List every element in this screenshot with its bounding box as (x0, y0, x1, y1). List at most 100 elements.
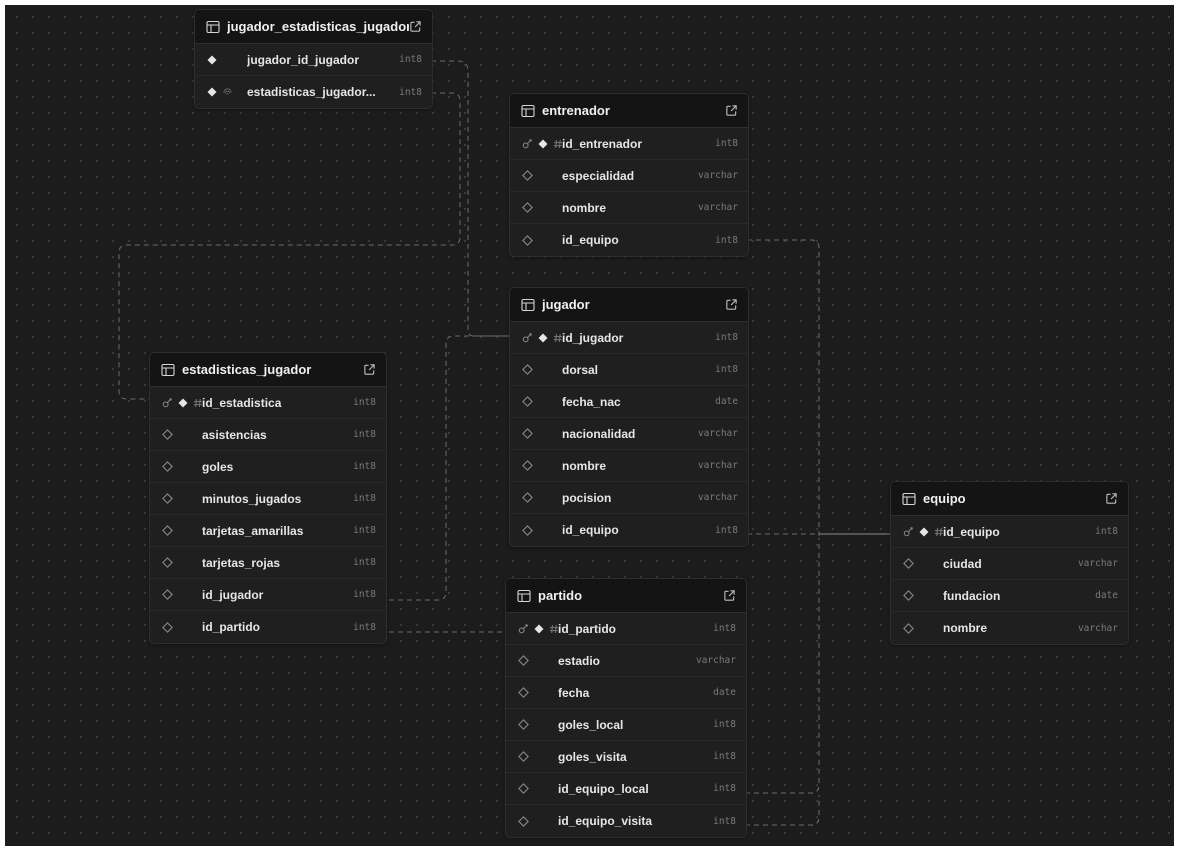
column-type: int8 (353, 461, 376, 472)
table-icon (521, 104, 535, 117)
column-row[interactable]: id_equipo_visita int8 (506, 805, 746, 837)
diamond-outline-icon (903, 590, 914, 601)
table-header[interactable]: jugador (510, 288, 748, 322)
column-name: goles_visita (558, 749, 627, 764)
column-icons (522, 138, 562, 149)
column-row[interactable]: nacionalidad varchar (510, 418, 748, 450)
diamond-filled-icon (538, 139, 548, 149)
column-row[interactable]: ciudad varchar (891, 548, 1128, 580)
column-icons (522, 524, 562, 536)
table-card-equipo[interactable]: equipo id_equipo int8 ciudad varchar fundacio… (890, 481, 1129, 645)
column-row[interactable]: especialidad varchar (510, 160, 748, 192)
table-icon (206, 20, 220, 33)
table-card-jugador-estadisticas-jugadores[interactable]: jugador_estadisticas_jugadores jugador_id… (194, 9, 433, 109)
column-row[interactable]: nombre varchar (891, 612, 1128, 644)
diamond-filled-icon (178, 398, 188, 408)
column-type: int8 (713, 783, 736, 794)
column-icons (518, 815, 558, 827)
column-icons (518, 751, 558, 762)
column-row[interactable]: id_equipo int8 (891, 516, 1128, 548)
column-type: date (715, 396, 738, 407)
column-row[interactable]: goles int8 (150, 451, 386, 483)
relation-jugador-id (431, 60, 511, 337)
column-row[interactable]: fundacion date (891, 580, 1128, 612)
relation-stats-jugador (389, 335, 511, 601)
column-icons (518, 719, 558, 730)
column-row[interactable]: id_equipo_local int8 (506, 773, 746, 805)
column-row[interactable]: estadio varchar (506, 645, 746, 677)
column-row[interactable]: id_jugador int8 (510, 322, 748, 354)
open-table-icon[interactable] (363, 363, 376, 376)
column-row[interactable]: dorsal int8 (510, 354, 748, 386)
relation-partido-local (745, 538, 820, 794)
column-type: date (1095, 590, 1118, 601)
column-name: id_equipo (943, 524, 1000, 539)
column-row[interactable]: nombre varchar (510, 192, 748, 224)
column-row[interactable]: id_partido int8 (506, 613, 746, 645)
column-name: especialidad (562, 168, 635, 183)
column-name: id_estadistica (202, 395, 282, 410)
column-row[interactable]: jugador_id_jugador int8 (195, 44, 432, 76)
diamond-outline-icon (518, 719, 529, 730)
column-row[interactable]: asistencias int8 (150, 419, 386, 451)
column-row[interactable]: tarjetas_rojas int8 (150, 547, 386, 579)
diamond-outline-icon (518, 815, 529, 827)
column-row[interactable]: id_estadistica int8 (150, 387, 386, 419)
column-row[interactable]: estadisticas_jugador... int8 (195, 76, 432, 108)
column-icons (207, 87, 247, 98)
table-header[interactable]: entrenador (510, 94, 748, 128)
column-icons (162, 429, 202, 440)
diamond-outline-icon (162, 621, 173, 633)
column-name: goles_local (558, 717, 624, 732)
open-table-icon[interactable] (725, 104, 738, 117)
column-row[interactable]: goles_local int8 (506, 709, 746, 741)
diamond-outline-icon (522, 364, 533, 375)
table-card-estadisticas-jugador[interactable]: estadisticas_jugador id_estadistica int8 as… (149, 352, 387, 644)
column-icons (522, 428, 562, 439)
column-row[interactable]: goles_visita int8 (506, 741, 746, 773)
column-type: date (713, 687, 736, 698)
schema-canvas[interactable]: jugador_estadisticas_jugadores jugador_id… (5, 5, 1174, 846)
open-table-icon[interactable] (409, 20, 422, 33)
table-card-partido[interactable]: partido id_partido int8 estadio varchar fecha… (505, 578, 747, 838)
diamond-outline-icon (162, 493, 173, 504)
column-row[interactable]: id_partido int8 (150, 611, 386, 643)
table-header[interactable]: equipo (891, 482, 1128, 516)
table-name: jugador_estadisticas_jugadores (227, 19, 409, 34)
open-table-icon[interactable] (723, 589, 736, 602)
column-type: int8 (399, 86, 422, 98)
column-row[interactable]: pocision varchar (510, 482, 748, 514)
table-header[interactable]: partido (506, 579, 746, 613)
column-type: int8 (1095, 526, 1118, 537)
column-type: int8 (353, 589, 376, 600)
column-name: id_equipo (562, 523, 619, 537)
diamond-outline-icon (522, 460, 533, 471)
diamond-outline-icon (903, 558, 914, 569)
table-header[interactable]: estadisticas_jugador (150, 353, 386, 387)
open-table-icon[interactable] (1105, 492, 1118, 505)
key-icon (522, 138, 533, 149)
table-card-entrenador[interactable]: entrenador id_entrenador int8 especialidad v… (509, 93, 749, 257)
column-row[interactable]: minutos_jugados int8 (150, 483, 386, 515)
column-row[interactable]: id_entrenador int8 (510, 128, 748, 160)
column-icons (522, 460, 562, 471)
column-row[interactable]: id_equipo int8 (510, 514, 748, 546)
column-type: varchar (697, 202, 738, 213)
column-name: tarjetas_amarillas (202, 523, 304, 538)
diamond-outline-icon (903, 622, 914, 634)
column-name: fecha (558, 685, 590, 700)
open-table-icon[interactable] (725, 298, 738, 311)
column-row[interactable]: id_jugador int8 (150, 579, 386, 611)
column-row[interactable]: fecha date (506, 677, 746, 709)
column-type: int8 (715, 364, 738, 375)
table-header[interactable]: jugador_estadisticas_jugadores (195, 10, 432, 44)
table-card-jugador[interactable]: jugador id_jugador int8 dorsal int8 fecha_nac… (509, 287, 749, 547)
column-icons (162, 589, 202, 600)
column-row[interactable]: id_equipo int8 (510, 224, 748, 256)
column-row[interactable]: fecha_nac date (510, 386, 748, 418)
column-row[interactable]: tarjetas_amarillas int8 (150, 515, 386, 547)
diamond-outline-icon (162, 589, 173, 600)
column-row[interactable]: nombre varchar (510, 450, 748, 482)
column-name: id_equipo_local (558, 781, 649, 796)
column-icons (162, 397, 202, 408)
